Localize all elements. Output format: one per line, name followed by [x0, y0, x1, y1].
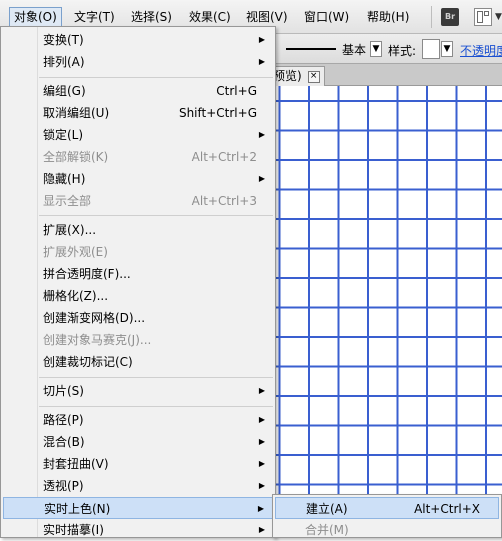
menu-item-label: 变换(T) [43, 33, 84, 47]
menubar-divider [431, 6, 432, 28]
menu-item-create-trim-marks[interactable]: 创建裁切标记(C) [3, 351, 273, 373]
menu-separator [39, 377, 273, 378]
menu-item-label: 扩展(X)... [43, 223, 97, 237]
menu-item-label: 创建渐变网格(D)... [43, 311, 146, 325]
menu-item-lock[interactable]: 锁定(L) ▶ [3, 124, 273, 146]
submenu-arrow-icon: ▶ [257, 504, 264, 513]
submenu-arrow-icon: ▶ [258, 386, 265, 395]
bridge-icon[interactable]: Br [441, 8, 459, 26]
menu-item-shortcut: Alt+Ctrl+2 [191, 150, 257, 164]
menu-item-label: 混合(B) [43, 435, 85, 449]
menu-item-path[interactable]: 路径(P) ▶ [3, 409, 273, 431]
document-tab[interactable]: 预览) × [270, 66, 325, 86]
menu-item-rasterize[interactable]: 栅格化(Z)... [3, 285, 273, 307]
stroke-preview[interactable] [286, 48, 336, 50]
menu-item-label: 透视(P) [43, 479, 84, 493]
object-menu: 变换(T) ▶ 排列(A) ▶ 编组(G) Ctrl+G 取消编组(U) Shi… [0, 26, 276, 538]
menu-item-label: 取消编组(U) [43, 106, 110, 120]
menu-item-shortcut: Alt+Ctrl+X [414, 502, 480, 516]
menu-item-label: 排列(A) [43, 55, 85, 69]
graphic-style-swatch[interactable] [422, 39, 440, 59]
menu-item-label: 创建裁切标记(C) [43, 355, 133, 369]
menu-item-hide[interactable]: 隐藏(H) ▶ [3, 168, 273, 190]
menu-item-live-paint[interactable]: 实时上色(N) ▶ [3, 497, 273, 519]
menu-separator [39, 77, 273, 78]
submenu-arrow-icon: ▶ [258, 174, 265, 183]
menu-item-create-object-mosaic: 创建对象马赛克(J)... [3, 329, 273, 351]
stroke-style-label[interactable]: 基本 [342, 41, 366, 58]
submenu-arrow-icon: ▶ [258, 459, 265, 468]
menu-type[interactable]: 文字(T) [74, 7, 115, 27]
menu-item-label: 建立(A) [306, 502, 348, 516]
menu-item-slice[interactable]: 切片(S) ▶ [3, 380, 273, 402]
menu-item-group[interactable]: 编组(G) Ctrl+G [3, 80, 273, 102]
menu-item-expand-appearance: 扩展外观(E) [3, 241, 273, 263]
style-label: 样式: [388, 44, 417, 58]
menu-item-shortcut: Alt+Ctrl+3 [191, 194, 257, 208]
menu-item-label: 拼合透明度(F)... [43, 267, 131, 281]
menu-object[interactable]: 对象(O) [9, 7, 62, 27]
menu-separator [39, 406, 273, 407]
menu-item-label: 扩展外观(E) [43, 245, 108, 259]
menu-help[interactable]: 帮助(H) [367, 7, 409, 27]
menu-select[interactable]: 选择(S) [131, 7, 172, 27]
submenu-arrow-icon: ▶ [258, 415, 265, 424]
menu-item-label: 封套扭曲(V) [43, 457, 109, 471]
menu-item-label: 实时上色(N) [44, 502, 111, 516]
menu-item-transform[interactable]: 变换(T) ▶ [3, 29, 273, 51]
menu-item-blend[interactable]: 混合(B) ▶ [3, 431, 273, 453]
menu-item-label: 全部解锁(K) [43, 150, 109, 164]
menu-item-label: 切片(S) [43, 384, 84, 398]
menu-item-label: 路径(P) [43, 413, 84, 427]
menu-item-perspective[interactable]: 透视(P) ▶ [3, 475, 273, 497]
menu-item-label: 锁定(L) [43, 128, 84, 142]
menu-item-flatten-transparency[interactable]: 拼合透明度(F)... [3, 263, 273, 285]
menu-item-shortcut: Ctrl+G [216, 84, 257, 98]
menu-item-create-gradient-mesh[interactable]: 创建渐变网格(D)... [3, 307, 273, 329]
menu-item-unlock-all: 全部解锁(K) Alt+Ctrl+2 [3, 146, 273, 168]
menu-window[interactable]: 窗口(W) [304, 7, 349, 27]
menu-item-label: 编组(G) [43, 84, 86, 98]
menu-item-label: 隐藏(H) [43, 172, 86, 186]
live-paint-submenu: 建立(A) Alt+Ctrl+X 合并(M) [272, 494, 502, 538]
menu-item-shortcut: Shift+Ctrl+G [178, 106, 257, 120]
arrange-documents-icon[interactable] [474, 8, 492, 26]
submenu-arrow-icon: ▶ [258, 57, 265, 66]
menu-item-envelope-distort[interactable]: 封套扭曲(V) ▶ [3, 453, 273, 475]
menu-item-label: 显示全部 [43, 194, 92, 208]
menu-item-arrange[interactable]: 排列(A) ▶ [3, 51, 273, 73]
menu-item-expand[interactable]: 扩展(X)... [3, 219, 273, 241]
menu-item-label: 栅格化(Z)... [43, 289, 109, 303]
graphic-style-dropdown-icon[interactable]: ▼ [441, 41, 453, 57]
menu-separator [39, 215, 273, 216]
menu-item-show-all: 显示全部 Alt+Ctrl+3 [3, 190, 273, 212]
menu-item-ungroup[interactable]: 取消编组(U) Shift+Ctrl+G [3, 102, 273, 124]
document-tab-label: 预览) [273, 69, 302, 83]
menu-effect[interactable]: 效果(C) [189, 7, 231, 27]
submenu-arrow-icon: ▶ [258, 437, 265, 446]
menu-item-label: 创建对象马赛克(J)... [43, 333, 152, 347]
submenu-arrow-icon: ▶ [258, 481, 265, 490]
close-icon[interactable]: × [307, 70, 320, 83]
chevron-down-icon[interactable]: ▼ [495, 12, 502, 22]
menu-view[interactable]: 视图(V) [246, 7, 288, 27]
stroke-style-dropdown-icon[interactable]: ▼ [370, 41, 382, 57]
submenu-arrow-icon: ▶ [258, 35, 265, 44]
submenu-item-make[interactable]: 建立(A) Alt+Ctrl+X [275, 497, 499, 519]
submenu-arrow-icon: ▶ [258, 130, 265, 139]
opacity-link[interactable]: 不透明度 [460, 42, 502, 59]
